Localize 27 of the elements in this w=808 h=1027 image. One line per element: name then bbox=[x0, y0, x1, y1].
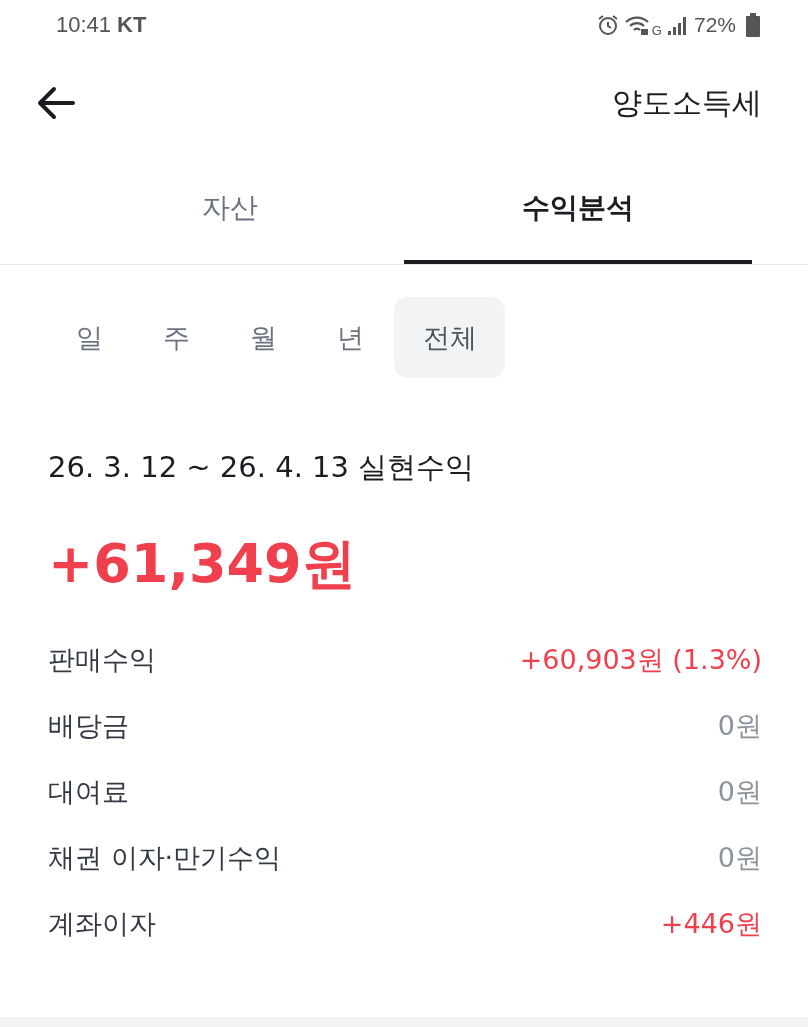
profit-value: 0원 bbox=[717, 709, 762, 743]
network-type: G bbox=[651, 22, 662, 38]
period-chip[interactable]: 전체 bbox=[394, 297, 505, 378]
period-chip[interactable]: 주 bbox=[133, 297, 220, 378]
back-arrow-icon[interactable] bbox=[36, 85, 76, 121]
tab[interactable]: 수익분석 bbox=[404, 156, 752, 264]
tax-link[interactable]: 양도소득세 bbox=[612, 82, 762, 124]
profit-value: +446원 bbox=[660, 907, 762, 941]
profit-label: 판매수익 bbox=[48, 643, 156, 677]
carrier-name: KT bbox=[117, 12, 147, 38]
period-chip[interactable]: 일 bbox=[46, 297, 133, 378]
profit-value: +60,903원 (1.3%) bbox=[519, 643, 762, 677]
tab[interactable]: 자산 bbox=[56, 156, 404, 264]
profit-value: 0원 bbox=[717, 775, 762, 809]
battery-icon bbox=[746, 13, 760, 37]
period-chip[interactable]: 년 bbox=[307, 297, 394, 378]
profit-label: 채권 이자·만기수익 bbox=[48, 841, 282, 875]
total-profit: +61,349원 bbox=[48, 531, 357, 597]
profit-value: 0원 bbox=[717, 841, 762, 875]
profit-label: 계좌이자 bbox=[48, 907, 156, 941]
profit-label: 배당금 bbox=[48, 709, 129, 743]
period-range: 26. 3. 12 ~ 26. 4. 13 실현수익 bbox=[48, 449, 476, 486]
signal-icon bbox=[665, 14, 688, 36]
battery-level: 72% bbox=[693, 13, 736, 37]
period-chip[interactable]: 월 bbox=[220, 297, 307, 378]
status-time: 10:41 bbox=[56, 12, 112, 38]
profit-label: 대여료 bbox=[48, 775, 129, 809]
